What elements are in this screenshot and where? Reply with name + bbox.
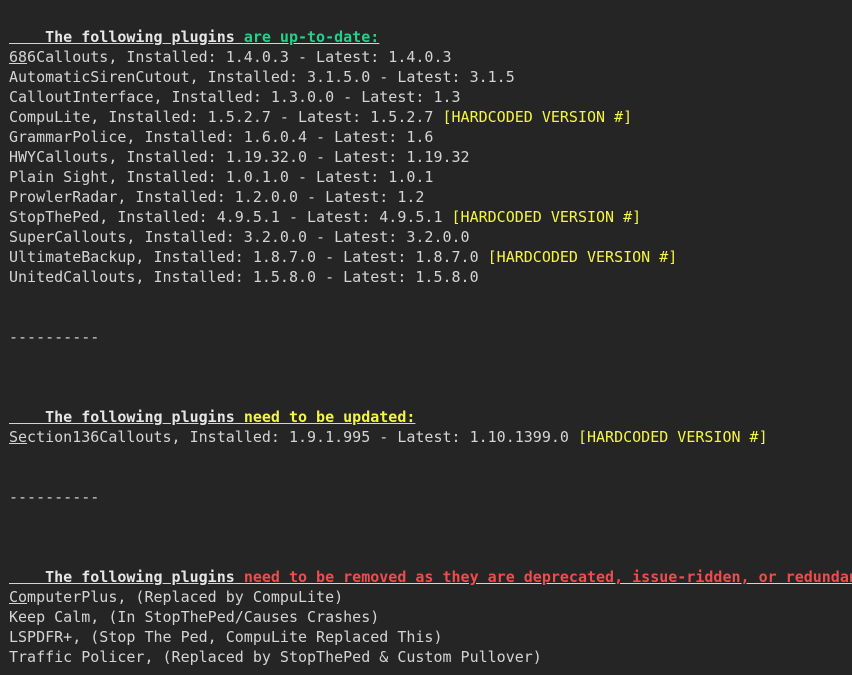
- hardcoded-tag: [HARDCODED VERSION #]: [487, 248, 678, 266]
- heading-lead: The following plugins: [45, 568, 235, 586]
- list-item: Section136Callouts, Installed: 1.9.1.995…: [9, 428, 768, 446]
- heading-status: need to be updated:: [243, 408, 416, 426]
- console-output: The following plugins are up-to-date: 68…: [0, 0, 852, 675]
- list-item: LSPDFR+, (Stop The Ped, CompuLite Replac…: [9, 628, 443, 646]
- list-item: Keep Calm, (In StopThePed/Causes Crashes…: [9, 608, 380, 626]
- list-item: Traffic Policer, (Replaced by StopThePed…: [9, 648, 542, 666]
- up-to-date-list: 686Callouts, Installed: 1.4.0.3 - Latest…: [9, 47, 843, 287]
- list-item: ProwlerRadar, Installed: 1.2.0.0 - Lates…: [9, 188, 425, 206]
- list-item: CalloutInterface, Installed: 1.3.0.0 - L…: [9, 88, 461, 106]
- list-item: SuperCallouts, Installed: 3.2.0.0 - Late…: [9, 228, 470, 246]
- separator: ----------: [9, 328, 100, 346]
- list-item: StopThePed, Installed: 4.9.5.1 - Latest:…: [9, 208, 642, 226]
- list-item: UltimateBackup, Installed: 1.8.7.0 - Lat…: [9, 248, 678, 266]
- hardcoded-tag: [HARDCODED VERSION #]: [577, 428, 768, 446]
- hardcoded-tag: [HARDCODED VERSION #]: [442, 108, 633, 126]
- list-item: HWYCallouts, Installed: 1.19.32.0 - Late…: [9, 148, 470, 166]
- list-item: CompuLite, Installed: 1.5.2.7 - Latest: …: [9, 108, 633, 126]
- heading-lead: The following plugins: [45, 28, 235, 46]
- to-remove-list: ComputerPlus, (Replaced by CompuLite) Ke…: [9, 587, 843, 667]
- section-heading-up-to-date: The following plugins are up-to-date:: [9, 7, 843, 46]
- list-item: Plain Sight, Installed: 1.0.1.0 - Latest…: [9, 168, 434, 186]
- section-heading-to-remove: The following plugins need to be removed…: [9, 547, 852, 586]
- separator: ----------: [9, 488, 100, 506]
- hardcoded-tag: [HARDCODED VERSION #]: [451, 208, 642, 226]
- list-item: GrammarPolice, Installed: 1.6.0.4 - Late…: [9, 128, 434, 146]
- need-update-list: Section136Callouts, Installed: 1.9.1.995…: [9, 427, 843, 447]
- heading-status: are up-to-date:: [243, 28, 380, 46]
- list-item: ComputerPlus, (Replaced by CompuLite): [9, 588, 344, 606]
- list-item: AutomaticSirenCutout, Installed: 3.1.5.0…: [9, 68, 515, 86]
- section-heading-need-update: The following plugins need to be updated…: [9, 387, 843, 426]
- list-item: 686Callouts, Installed: 1.4.0.3 - Latest…: [9, 48, 452, 66]
- heading-lead: The following plugins: [45, 408, 235, 426]
- list-item: UnitedCallouts, Installed: 1.5.8.0 - Lat…: [9, 268, 479, 286]
- heading-status: need to be removed as they are deprecate…: [243, 568, 852, 586]
